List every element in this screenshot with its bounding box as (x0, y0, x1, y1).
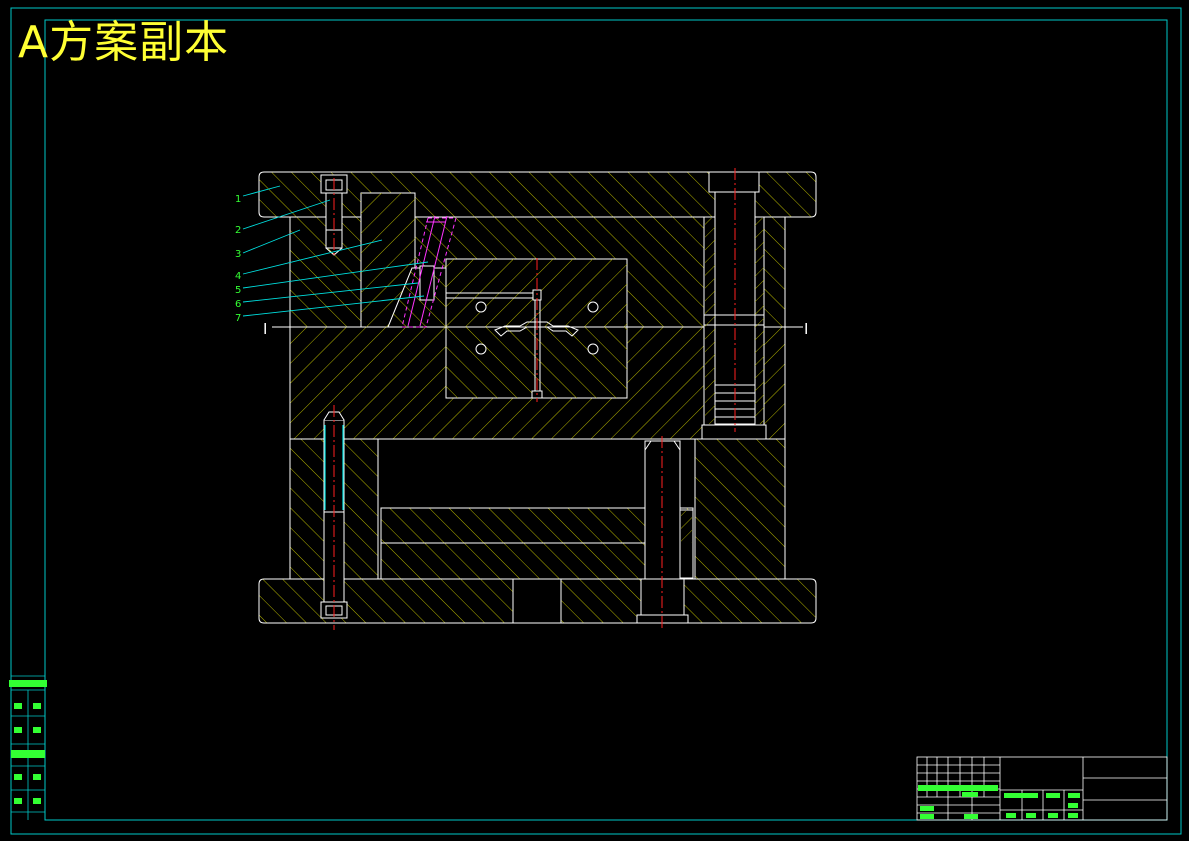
support-pillar-hatch (681, 511, 692, 543)
right-spacer-block (694, 438, 786, 580)
part-number-7: 7 (235, 313, 241, 324)
section-label-left: I (263, 320, 267, 338)
part-number-labels: 1 2 3 4 5 6 7 (235, 194, 241, 324)
mold-assembly-drawing: I I 1 2 3 4 5 6 7 (9, 7, 1182, 835)
part-number-2: 2 (235, 225, 241, 236)
part-number-6: 6 (235, 299, 241, 310)
part-number-5: 5 (235, 285, 241, 296)
section-label-right: I (804, 320, 808, 338)
part-number-4: 4 (235, 271, 241, 282)
part-number-1: 1 (235, 194, 241, 205)
part-number-3: 3 (235, 249, 241, 260)
drawing-canvas: I I 1 2 3 4 5 6 7 A方案副本 (0, 0, 1189, 841)
drawing-title: A方案副本 (18, 17, 230, 68)
